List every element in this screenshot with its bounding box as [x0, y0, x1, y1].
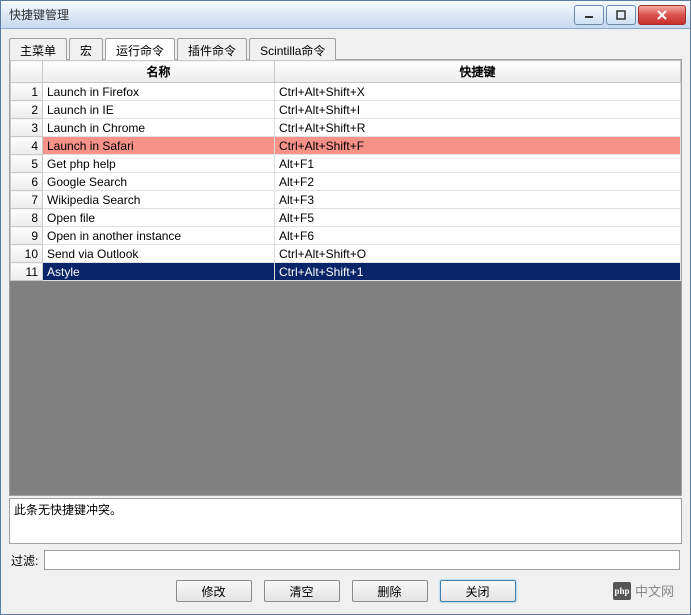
filter-label: 过滤:	[11, 552, 38, 569]
column-header-rownum[interactable]	[11, 61, 43, 83]
close-window-button[interactable]	[638, 5, 686, 25]
table-row[interactable]: 1Launch in FirefoxCtrl+Alt+Shift+X	[11, 83, 681, 101]
row-number: 9	[11, 227, 43, 245]
row-number: 2	[11, 101, 43, 119]
cell-shortcut: Alt+F2	[275, 173, 681, 191]
table-row[interactable]: 7Wikipedia SearchAlt+F3	[11, 191, 681, 209]
row-number: 11	[11, 263, 43, 281]
tab-plugin-commands[interactable]: 插件命令	[177, 38, 247, 60]
modify-button[interactable]: 修改	[176, 580, 252, 602]
cell-shortcut: Alt+F1	[275, 155, 681, 173]
cell-name: Launch in Safari	[43, 137, 275, 155]
conflict-message: 此条无快捷键冲突。	[14, 503, 122, 517]
table-row[interactable]: 3Launch in ChromeCtrl+Alt+Shift+R	[11, 119, 681, 137]
minimize-button[interactable]	[574, 5, 604, 25]
cell-shortcut: Ctrl+Alt+Shift+1	[275, 263, 681, 281]
table-row[interactable]: 5Get php helpAlt+F1	[11, 155, 681, 173]
row-number: 8	[11, 209, 43, 227]
dialog-window: 快捷键管理 主菜单 宏 运行命令 插件命令 Scintilla命令 名称	[0, 0, 691, 615]
watermark-text: 中文网	[635, 581, 674, 600]
cell-shortcut: Ctrl+Alt+Shift+R	[275, 119, 681, 137]
titlebar[interactable]: 快捷键管理	[1, 1, 690, 29]
cell-name: Wikipedia Search	[43, 191, 275, 209]
watermark-logo: php	[613, 582, 631, 600]
row-number: 4	[11, 137, 43, 155]
cell-name: Get php help	[43, 155, 275, 173]
cell-name: Launch in Firefox	[43, 83, 275, 101]
tab-macros[interactable]: 宏	[69, 38, 103, 60]
tab-strip: 主菜单 宏 运行命令 插件命令 Scintilla命令	[9, 38, 682, 60]
tab-run-commands[interactable]: 运行命令	[105, 38, 175, 60]
row-number: 10	[11, 245, 43, 263]
maximize-button[interactable]	[606, 5, 636, 25]
row-number: 5	[11, 155, 43, 173]
cell-name: Send via Outlook	[43, 245, 275, 263]
table-row[interactable]: 2Launch in IECtrl+Alt+Shift+I	[11, 101, 681, 119]
table-row[interactable]: 11AstyleCtrl+Alt+Shift+1	[11, 263, 681, 281]
cell-shortcut: Ctrl+Alt+Shift+X	[275, 83, 681, 101]
watermark: php 中文网	[613, 581, 674, 600]
table-row[interactable]: 6Google SearchAlt+F2	[11, 173, 681, 191]
tab-scintilla-commands[interactable]: Scintilla命令	[249, 38, 336, 60]
close-button[interactable]: 关闭	[440, 580, 516, 602]
table-row[interactable]: 8Open fileAlt+F5	[11, 209, 681, 227]
button-row: 修改 清空 删除 关闭 php 中文网	[9, 572, 682, 606]
column-header-name[interactable]: 名称	[43, 61, 275, 83]
shortcut-grid: 名称 快捷键 1Launch in FirefoxCtrl+Alt+Shift+…	[10, 60, 681, 281]
cell-shortcut: Alt+F3	[275, 191, 681, 209]
conflict-message-area: 此条无快捷键冲突。	[9, 498, 682, 544]
cell-shortcut: Ctrl+Alt+Shift+F	[275, 137, 681, 155]
cell-name: Open in another instance	[43, 227, 275, 245]
filter-row: 过滤:	[9, 544, 682, 572]
clear-button[interactable]: 清空	[264, 580, 340, 602]
cell-shortcut: Ctrl+Alt+Shift+I	[275, 101, 681, 119]
row-number: 3	[11, 119, 43, 137]
cell-name: Astyle	[43, 263, 275, 281]
cell-name: Google Search	[43, 173, 275, 191]
table-row[interactable]: 10Send via OutlookCtrl+Alt+Shift+O	[11, 245, 681, 263]
cell-name: Launch in Chrome	[43, 119, 275, 137]
cell-shortcut: Alt+F5	[275, 209, 681, 227]
cell-shortcut: Alt+F6	[275, 227, 681, 245]
dialog-content: 主菜单 宏 运行命令 插件命令 Scintilla命令 名称 快捷键 1Laun…	[1, 29, 690, 614]
row-number: 6	[11, 173, 43, 191]
row-number: 1	[11, 83, 43, 101]
cell-name: Open file	[43, 209, 275, 227]
filter-input[interactable]	[44, 550, 680, 570]
window-title: 快捷键管理	[9, 6, 574, 23]
cell-shortcut: Ctrl+Alt+Shift+O	[275, 245, 681, 263]
cell-name: Launch in IE	[43, 101, 275, 119]
table-row[interactable]: 4Launch in SafariCtrl+Alt+Shift+F	[11, 137, 681, 155]
window-controls	[574, 5, 686, 25]
tab-main-menu[interactable]: 主菜单	[9, 38, 67, 60]
delete-button[interactable]: 删除	[352, 580, 428, 602]
shortcut-grid-wrapper[interactable]: 名称 快捷键 1Launch in FirefoxCtrl+Alt+Shift+…	[10, 60, 681, 495]
column-header-shortcut[interactable]: 快捷键	[275, 61, 681, 83]
row-number: 7	[11, 191, 43, 209]
tab-body: 名称 快捷键 1Launch in FirefoxCtrl+Alt+Shift+…	[9, 59, 682, 496]
table-row[interactable]: 9Open in another instanceAlt+F6	[11, 227, 681, 245]
